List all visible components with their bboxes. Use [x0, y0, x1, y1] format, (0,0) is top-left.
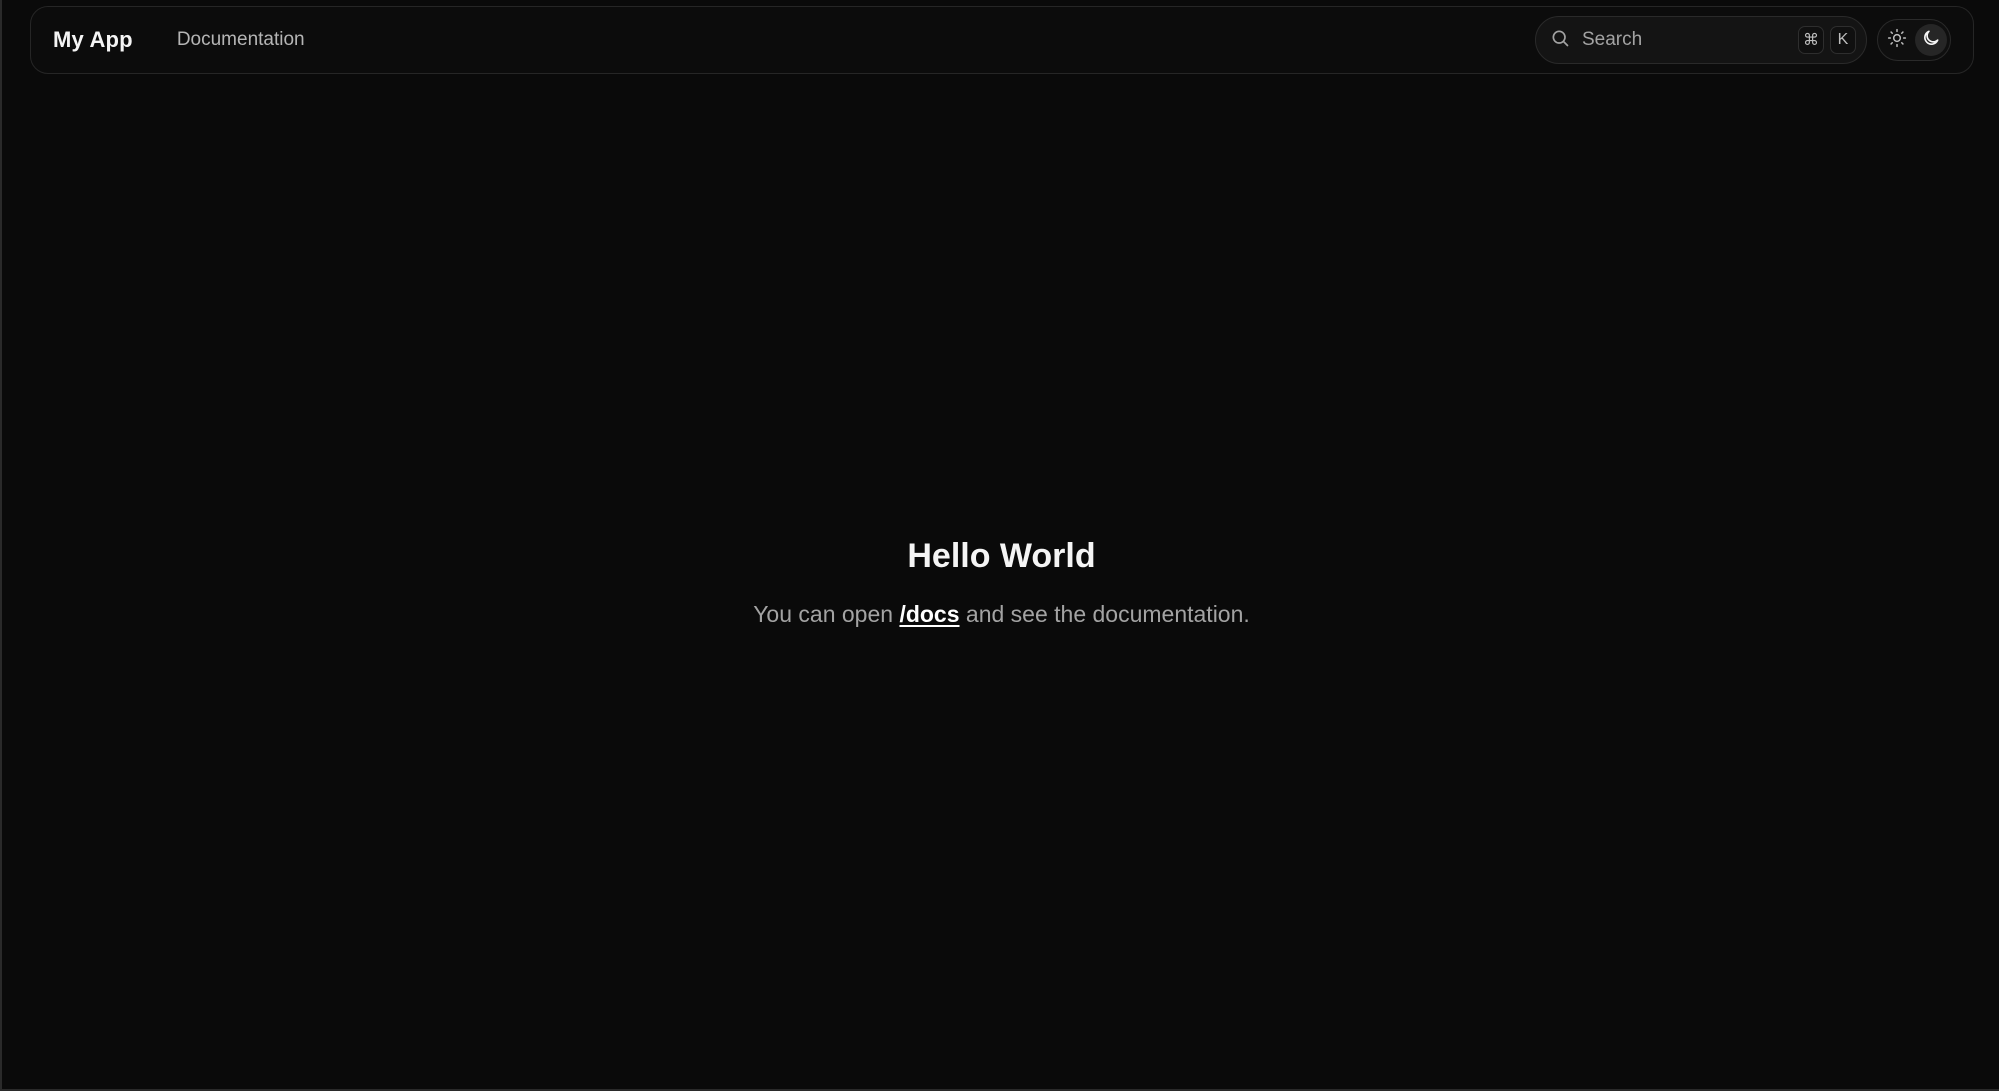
search-button[interactable]: Search ⌘ K — [1535, 16, 1867, 64]
hero-text-before: You can open — [753, 601, 900, 627]
hero-section: Hello World You can open /docs and see t… — [2, 530, 1999, 630]
moon-icon — [1921, 28, 1941, 53]
hero-description: You can open /docs and see the documenta… — [2, 598, 1999, 630]
hero-title: Hello World — [907, 537, 1096, 575]
app-window: My App Documentation Search ⌘ K Hello Wo… — [0, 0, 1999, 1091]
search-icon — [1550, 28, 1570, 53]
shortcut-key-cmd: ⌘ — [1798, 26, 1824, 54]
light-theme-button[interactable] — [1881, 24, 1913, 56]
top-navbar: My App Documentation Search ⌘ K — [30, 6, 1974, 74]
nav-link-documentation[interactable]: Documentation — [177, 29, 305, 51]
dark-theme-button[interactable] — [1915, 24, 1947, 56]
shortcut-key-k: K — [1830, 26, 1856, 54]
sun-icon — [1887, 28, 1907, 53]
hero-text-after: and see the documentation. — [959, 601, 1250, 627]
theme-toggle — [1877, 19, 1951, 61]
search-placeholder: Search — [1582, 29, 1643, 50]
brand-link[interactable]: My App — [53, 27, 133, 53]
docs-link[interactable]: /docs — [899, 601, 959, 627]
